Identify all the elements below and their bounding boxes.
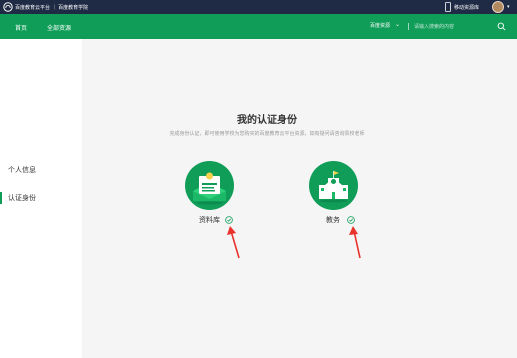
chevron-down-icon[interactable]: ⌄ [395, 21, 400, 28]
page-title: 我的认证身份 [237, 115, 297, 126]
main-content: 我的认证身份 完成身份认证，即可使用学校为您购买的百度教育云平台资源，如有疑问请… [82, 39, 517, 358]
divider [408, 23, 409, 30]
card-circle [309, 161, 358, 210]
verified-check-icon [225, 216, 233, 224]
chevron-down-icon[interactable]: ▾ [507, 4, 510, 10]
verified-check-icon [347, 216, 355, 224]
search-input[interactable]: 请输入搜索的内容 [414, 23, 454, 30]
page-subtitle: 完成身份认证，即可使用学校为您购买的百度教育云平台资源，如有疑问请咨询贵校老师 [169, 131, 365, 137]
nav-item-all-resources[interactable]: 全部资源 [47, 23, 71, 32]
search-icon[interactable] [497, 22, 506, 31]
active-indicator [0, 192, 2, 204]
sidebar: 个人信息 认证身份 [0, 39, 82, 358]
sidebar-item-verify-identity[interactable]: 认证身份 [0, 192, 82, 204]
card-label: 教务 [326, 216, 340, 224]
sidebar-item-label: 认证身份 [8, 194, 36, 202]
red-arrow-annotation [349, 226, 361, 259]
red-arrow-annotation [227, 226, 240, 259]
mobile-icon[interactable] [444, 2, 452, 12]
brand-title[interactable]: 百度教育云平台 ｜ 百度教育学院 [15, 4, 88, 11]
school-building-icon [319, 171, 348, 203]
sidebar-item-personal-info[interactable]: 个人信息 [0, 164, 82, 176]
document-library-icon [193, 172, 226, 205]
search-scope-select[interactable]: 百度资源 [370, 22, 390, 29]
avatar[interactable] [492, 1, 504, 13]
search-box: 百度资源 ⌄ 请输入搜索的内容 [367, 20, 511, 33]
card-label: 资料库 [199, 216, 220, 224]
nav-bar: 首页 全部资源 百度资源 ⌄ 请输入搜索的内容 [0, 14, 517, 39]
mobile-resource-link[interactable]: 移动资源库 [454, 4, 479, 11]
nav-item-home[interactable]: 首页 [15, 23, 27, 32]
sidebar-item-label: 个人信息 [8, 166, 36, 174]
card-circle [185, 161, 234, 210]
top-bar: 百度教育云平台 ｜ 百度教育学院 移动资源库 ▾ [0, 0, 517, 14]
cloud-logo-icon [3, 2, 13, 12]
